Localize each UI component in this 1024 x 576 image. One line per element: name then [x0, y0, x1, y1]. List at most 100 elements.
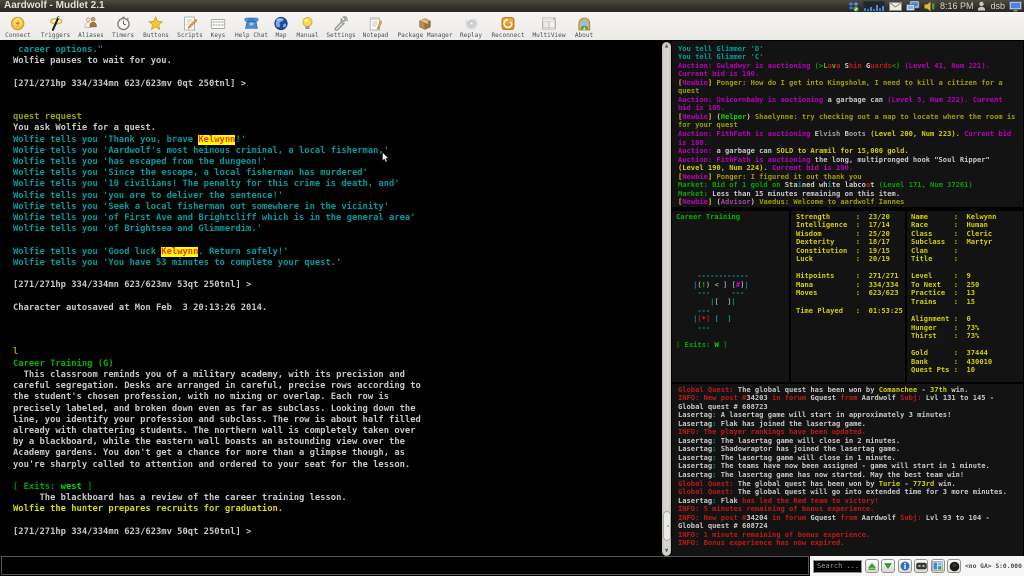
clock[interactable]: 8:16 PM [940, 0, 974, 12]
console-line [676, 255, 749, 264]
toolbar-item-map[interactable]: Map [274, 12, 289, 39]
console-line: quest request [13, 112, 421, 123]
chat-console[interactable]: You tell Glimmer 'D'You tell Glimmer 'C'… [678, 45, 1015, 207]
console-line [676, 238, 749, 247]
toolbar-item-label: Buttons [143, 32, 169, 39]
command-input[interactable] [1, 556, 809, 575]
info-button[interactable] [898, 559, 912, 573]
console-line: Wolfie tells you 'of Brightsea and Glimm… [13, 224, 421, 235]
toolbar-item-scripts[interactable]: Scripts [177, 12, 203, 39]
toolbar-item-reconnect[interactable]: Reconnect [491, 12, 524, 39]
toolbar-item-label: Package Manager [397, 32, 452, 39]
stats-info-console[interactable]: Name : KelwynnRace : HumanClass : Cleric… [911, 213, 996, 375]
quest-console[interactable]: Global Quest: The global quest has been … [678, 386, 1007, 548]
toolbar-item-buttons[interactable]: Buttons [143, 12, 169, 39]
about-icon [577, 16, 592, 31]
toolbar-item-replay[interactable]: Replay [460, 12, 482, 39]
dropbox-tray-icon[interactable] [848, 1, 859, 12]
toolbar-item-label: Triggers [41, 32, 70, 39]
keyboard-button[interactable] [914, 559, 928, 573]
replay-icon [463, 16, 478, 31]
console-line: [ Exits: W ] [676, 341, 749, 350]
package-icon [418, 16, 433, 31]
scroll-up-icon[interactable]: ▲ [662, 43, 671, 50]
console-line: Wolfie pauses to wait for you. [13, 56, 421, 67]
console-line [13, 235, 421, 246]
console-line: the student's chosen profession, with no… [13, 392, 421, 403]
toolbar-item-aliases[interactable]: Aliases [78, 12, 104, 39]
console-line: Wolfie tells you 'You have 53 minutes to… [13, 258, 421, 269]
helpchat-icon [244, 16, 260, 31]
toolbar-item-notepad[interactable]: Notepad [363, 12, 389, 39]
console-line: Trains : 15 [911, 298, 996, 307]
console-line: by a blackboard, while the eastern wall … [13, 437, 421, 448]
console-line: Career Training [676, 213, 749, 222]
console-line: Academy gardens. You don't get a chance … [13, 448, 421, 459]
console-line: Moves : 623/623 [796, 289, 903, 298]
multi-window-button[interactable] [931, 559, 945, 573]
map-icon [274, 16, 289, 31]
toolbar-item-settings[interactable]: Settings [326, 12, 355, 39]
toolbar-item-timers[interactable]: Timers [112, 12, 134, 39]
console-line: INFO: Bonus experience has now expired. [678, 539, 1007, 548]
toolbar-item-package[interactable]: Package Manager [397, 12, 452, 39]
toolbar-item-manual[interactable]: Manual [296, 12, 318, 39]
console-line: --- [676, 324, 749, 333]
mudlet-window: Aardwolf - Mudlet 2.1 8:16 PM dsb Connec… [0, 0, 1024, 576]
console-line: Wolfie tells you 'Thank you, brave Kelwy… [13, 135, 421, 146]
console-line: Wolfie tells you 'Seek a local fisherman… [13, 202, 421, 213]
toolbar-item-helpchat[interactable]: Help Chat [235, 12, 268, 39]
toolbar-item-triggers[interactable]: Triggers [41, 12, 70, 39]
mail-tray-icon[interactable] [889, 2, 902, 11]
console-line: [ Exits: west ] [13, 482, 421, 493]
toolbar-item-connect[interactable]: Connect [5, 12, 31, 39]
stats-attrs-console[interactable]: Strength : 23/20Intelligence : 17/14Wisd… [796, 213, 903, 316]
network-tray-icon[interactable] [906, 1, 920, 12]
mouse-cursor [382, 148, 390, 167]
console-line: precisely labeled, and broken down even … [13, 404, 421, 415]
stats-map-console[interactable]: Career Training ------------ |(!) < ] [#… [676, 213, 749, 350]
console-line: Wolfie tells you 'you are to deliver the… [13, 191, 421, 202]
search-input[interactable]: Search ... [813, 560, 862, 573]
main-console[interactable]: career options."Wolfie pauses to wait fo… [13, 45, 421, 538]
toolbar-item-label: Map [275, 32, 286, 39]
toolbar-item-label: Settings [326, 32, 355, 39]
aliases-icon [84, 16, 99, 31]
scroll-down-icon[interactable]: ▼ [662, 548, 671, 555]
search-down-button[interactable] [881, 559, 895, 573]
console-line [13, 269, 421, 280]
toolbar: Connect Triggers Aliases Timers Buttons Scrip… [0, 12, 1024, 40]
title-bar: Aardwolf - Mudlet 2.1 8:16 PM dsb [0, 0, 1024, 12]
console-line [676, 247, 749, 256]
console-line: l [13, 347, 421, 358]
notepad-icon [368, 16, 383, 31]
username[interactable]: dsb [990, 0, 1005, 12]
scrollbar-thumb[interactable] [663, 511, 671, 541]
mute-button[interactable] [947, 559, 961, 573]
keys-icon [211, 16, 226, 31]
console-line: Wolfie tells you 'Good luck Kelwynn. Ret… [13, 247, 421, 258]
search-up-button[interactable] [865, 559, 879, 573]
console-line: Wolfie tells you '10 civilians! The pena… [13, 179, 421, 190]
triggers-icon [48, 16, 63, 31]
console-line: Title : [911, 255, 996, 264]
console-line: Wolfie tells you 'of First Ave and Brigh… [13, 213, 421, 224]
display-tray-icon[interactable] [1009, 1, 1022, 12]
console-line [676, 221, 749, 230]
toolbar-item-about[interactable]: About [575, 12, 593, 39]
toolbar-item-label: Scripts [177, 32, 203, 39]
console-line: Quest Pts : 10 [911, 366, 996, 375]
system-monitor-tray-icon[interactable] [863, 1, 885, 12]
toolbar-item-keys[interactable]: Keys [211, 12, 226, 39]
main-scrollbar[interactable]: ▲ ▼ [662, 42, 671, 556]
console-line: Wolfie tells you 'Since the escape, a lo… [13, 168, 421, 179]
console-line: Thirst : 73% [911, 332, 996, 341]
buttons-icon [149, 16, 164, 31]
console-line: already with chattering students. The no… [13, 426, 421, 437]
toolbar-item-multiview[interactable]: MultiView [532, 12, 565, 39]
volume-tray-icon[interactable] [924, 1, 936, 12]
console-line: [Newbie] (Advisor) Vaedus: Welcome to aa… [678, 198, 1015, 207]
user-tray-icon[interactable] [977, 1, 986, 11]
console-line: career options." [13, 45, 421, 56]
manual-icon [300, 16, 315, 31]
